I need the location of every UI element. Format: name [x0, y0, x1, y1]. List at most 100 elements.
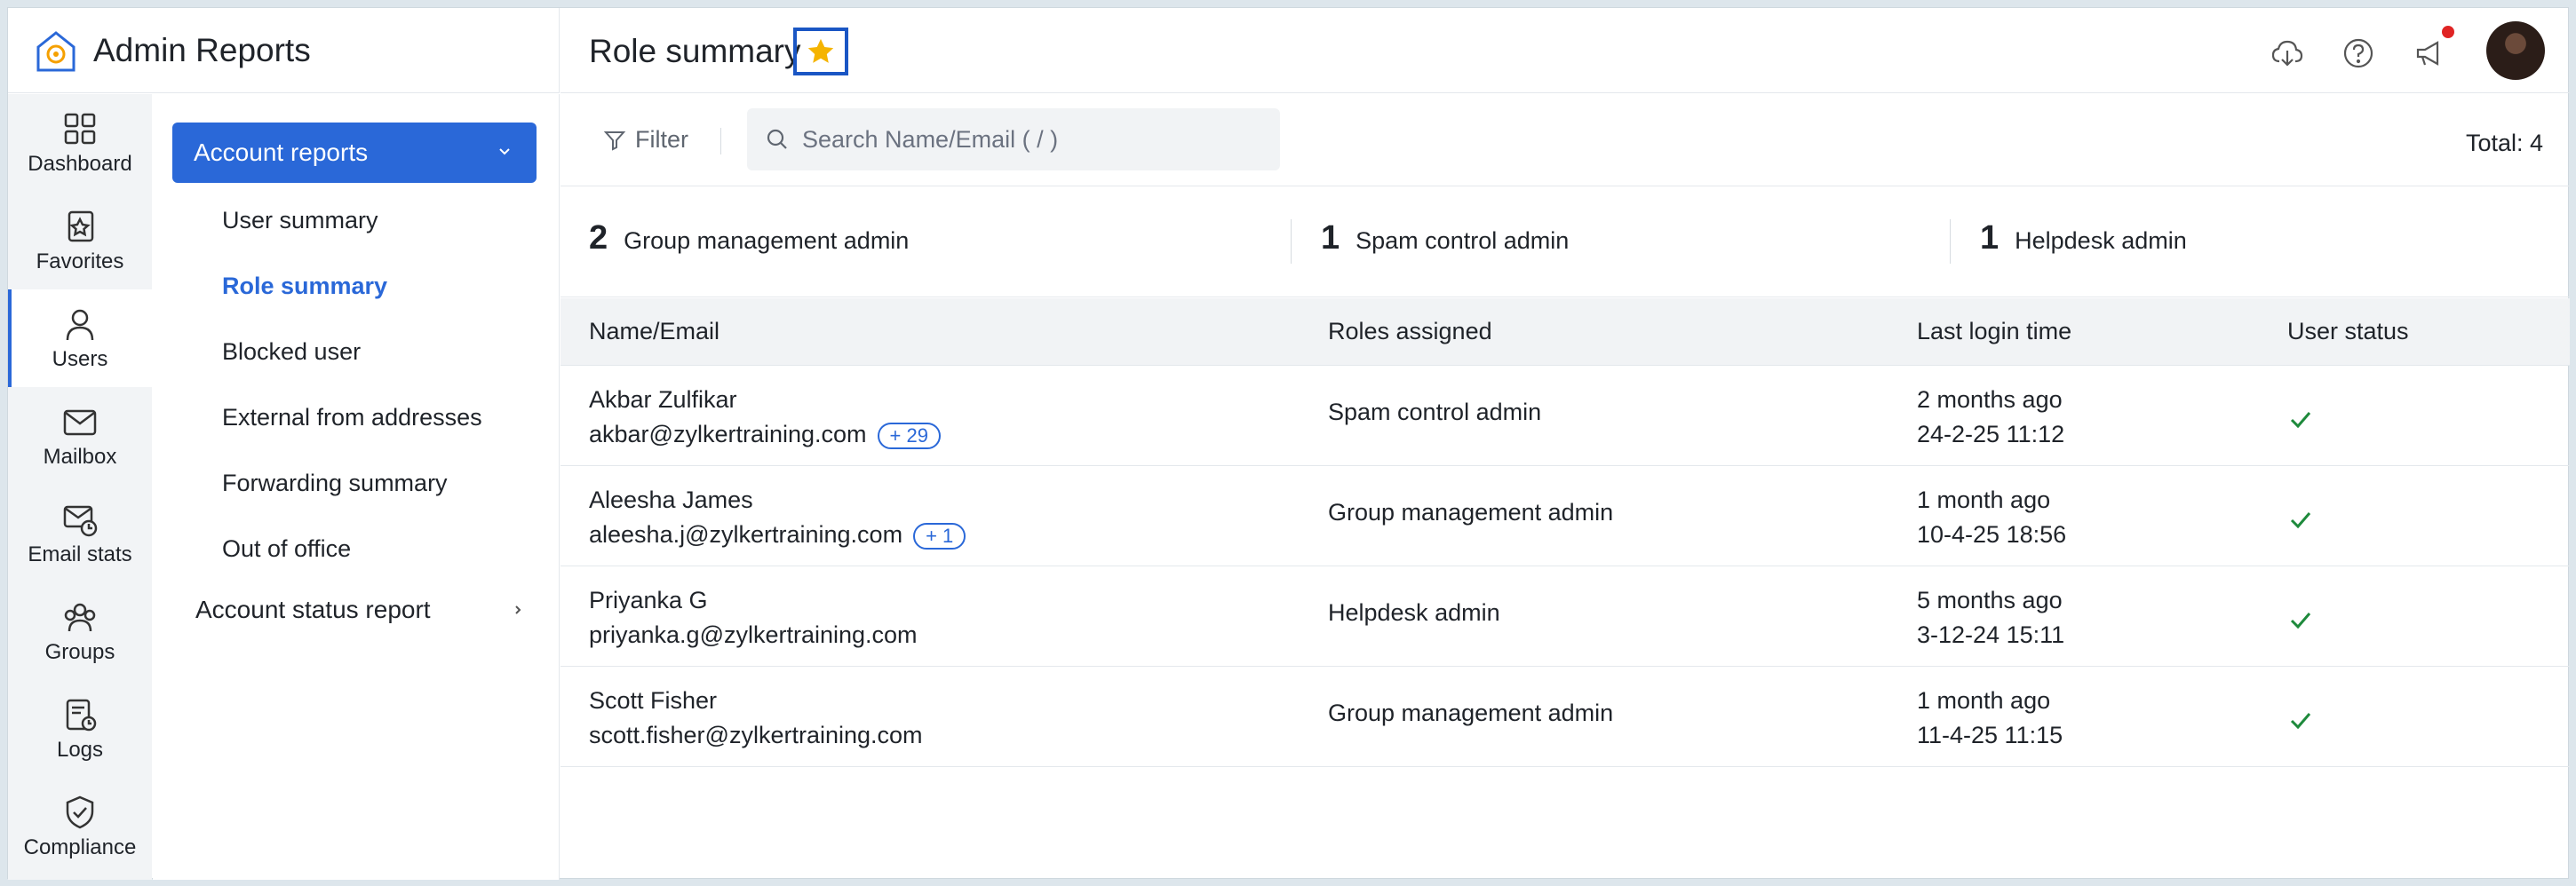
name-email-cell: Priyanka G priyanka.g@zylkertraining.com — [589, 583, 918, 653]
extra-emails-badge[interactable]: + 29 — [877, 422, 941, 449]
summary-count: 1 — [1980, 219, 2000, 257]
roles-assigned-cell: Spam control admin — [1328, 399, 1542, 425]
submenu-item-external-from-addresses[interactable]: External from addresses — [222, 404, 482, 431]
main-header: Role summary — [561, 8, 2570, 93]
summary-count: 2 — [589, 219, 608, 257]
page-title: Role summary — [589, 33, 801, 69]
search-icon — [767, 129, 787, 149]
rail-label: Email stats — [28, 542, 132, 566]
report-toolbar: Filter Total: 4 — [561, 94, 2570, 186]
roles-assigned-cell: Helpdesk admin — [1328, 599, 1500, 626]
summary-label: Spam control admin — [1356, 227, 1570, 254]
compliance-icon — [66, 795, 94, 829]
last-login-cell: 2 months ago 24-2-25 11:12 — [1917, 383, 2064, 452]
summary-count: 1 — [1321, 219, 1340, 257]
search-box[interactable] — [747, 108, 1280, 170]
email-stats-icon — [63, 505, 98, 537]
mailbox-icon — [63, 409, 97, 436]
summary-divider — [1291, 219, 1292, 264]
account-status-report-label: Account status report — [195, 596, 431, 623]
help-icon[interactable] — [2341, 36, 2375, 70]
rail-label: Mailbox — [43, 445, 117, 469]
rail-item-email-stats[interactable]: Email stats — [8, 485, 152, 582]
table-header: Name/Email Roles assigned Last login tim… — [561, 298, 2570, 366]
table-row[interactable]: Aleesha James aleesha.j@zylkertraining.c… — [561, 467, 2570, 566]
submenu-item-forwarding-summary[interactable]: Forwarding summary — [222, 470, 448, 497]
login-relative: 1 month ago — [1917, 687, 2051, 714]
active-check-icon — [2290, 412, 2311, 429]
rail-label: Users — [52, 347, 108, 371]
rail-item-favorites[interactable]: Favorites — [8, 192, 152, 289]
last-login-cell: 1 month ago 10-4-25 18:56 — [1917, 483, 2066, 552]
rail-label: Favorites — [36, 249, 124, 273]
cloud-download-icon[interactable] — [2270, 36, 2304, 70]
filter-label: Filter — [635, 126, 688, 153]
name-email-cell: Aleesha James aleesha.j@zylkertraining.c… — [589, 483, 966, 552]
summary-helpdesk-admin: 1 Helpdesk admin — [1980, 219, 2187, 257]
rail-item-logs[interactable]: Logs — [8, 680, 152, 778]
favorites-icon — [68, 210, 94, 242]
rail-item-mailbox[interactable]: Mailbox — [8, 387, 152, 485]
chevron-down-icon — [499, 148, 510, 155]
user-email: scott.fisher@zylkertraining.com — [589, 722, 923, 748]
account-reports-label: Account reports — [194, 138, 369, 166]
rail-item-dashboard[interactable]: Dashboard — [8, 94, 152, 192]
roles-assigned-cell: Group management admin — [1328, 499, 1614, 526]
admin-reports-app: Admin Reports Dashboard Favorites Users … — [7, 7, 2570, 880]
rail-item-users[interactable]: Users — [8, 289, 152, 387]
submenu-item-user-summary[interactable]: User summary — [222, 207, 378, 234]
rail-item-compliance[interactable]: Compliance — [8, 778, 152, 875]
rail-label: Groups — [44, 640, 115, 664]
extra-emails-badge[interactable]: + 1 — [913, 522, 966, 550]
column-header-name-email[interactable]: Name/Email — [589, 318, 720, 345]
user-email: aleesha.j@zylkertraining.com — [589, 521, 903, 548]
user-name: Priyanka G — [589, 587, 708, 613]
account-status-report-item[interactable]: Account status report — [195, 596, 524, 624]
user-avatar[interactable] — [2486, 21, 2545, 80]
user-name: Scott Fisher — [589, 687, 718, 714]
total-count: Total: 4 — [2465, 130, 2543, 156]
groups-icon — [64, 603, 96, 632]
summary-spam-control-admin: 1 Spam control admin — [1321, 219, 1569, 257]
table-row[interactable]: Scott Fisher scott.fisher@zylkertraining… — [561, 668, 2570, 767]
toolbar-divider — [720, 128, 721, 154]
submenu-item-out-of-office[interactable]: Out of office — [222, 535, 351, 563]
submenu-item-role-summary[interactable]: Role summary — [222, 273, 387, 300]
active-check-icon — [2290, 713, 2311, 730]
rail-label: Dashboard — [28, 152, 132, 176]
app-header: Admin Reports — [8, 8, 560, 93]
reports-submenu: Account reports User summary Role summar… — [153, 94, 560, 880]
chevron-right-icon — [515, 605, 521, 614]
table-row[interactable]: Akbar Zulfikar akbar@zylkertraining.com +… — [561, 367, 2570, 466]
announcement-icon[interactable] — [2413, 36, 2446, 70]
last-login-cell: 1 month ago 11-4-25 11:15 — [1917, 684, 2063, 753]
filter-icon — [603, 131, 626, 151]
column-header-roles-assigned[interactable]: Roles assigned — [1328, 318, 1492, 345]
rail-label: Compliance — [23, 835, 137, 859]
account-reports-section-button[interactable]: Account reports — [172, 123, 537, 183]
submenu-item-blocked-user[interactable]: Blocked user — [222, 338, 361, 366]
login-time: 10-4-25 18:56 — [1917, 521, 2067, 548]
favorite-star-button[interactable] — [793, 28, 848, 75]
dashboard-icon — [64, 113, 96, 145]
login-time: 11-4-25 11:15 — [1917, 722, 2063, 748]
column-header-user-status[interactable]: User status — [2287, 318, 2409, 345]
login-time: 24-2-25 11:12 — [1917, 421, 2065, 447]
login-relative: 2 months ago — [1917, 386, 2063, 413]
user-email: priyanka.g@zylkertraining.com — [589, 621, 918, 648]
logs-icon — [66, 699, 97, 732]
role-summary-counts: 2 Group management admin 1 Spam control … — [561, 187, 2570, 297]
login-relative: 5 months ago — [1917, 587, 2063, 613]
search-input[interactable] — [802, 125, 1264, 154]
column-header-last-login-time[interactable]: Last login time — [1917, 318, 2071, 345]
rail-item-groups[interactable]: Groups — [8, 582, 152, 680]
summary-label: Helpdesk admin — [2015, 227, 2187, 254]
table-row[interactable]: Priyanka G priyanka.g@zylkertraining.com… — [561, 567, 2570, 667]
app-title: Admin Reports — [93, 31, 311, 68]
left-rail: Dashboard Favorites Users Mailbox Email … — [8, 94, 152, 880]
active-check-icon — [2290, 613, 2311, 629]
active-check-icon — [2290, 512, 2311, 529]
user-name: Akbar Zulfikar — [589, 386, 737, 413]
name-email-cell: Akbar Zulfikar akbar@zylkertraining.com +… — [589, 383, 941, 452]
filter-button[interactable]: Filter — [603, 126, 688, 154]
